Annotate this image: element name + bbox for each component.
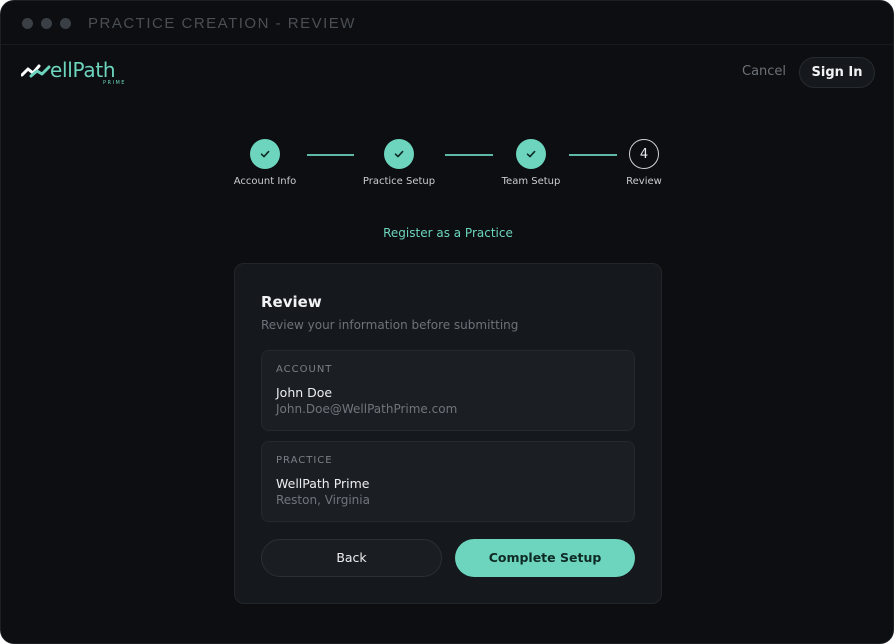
- review-card: Review Review your information before su…: [234, 263, 662, 604]
- practice-summary: PRACTICE WellPath Prime Reston, Virginia: [261, 441, 635, 522]
- step-label-team-setup: Team Setup: [501, 176, 561, 187]
- back-button[interactable]: Back: [261, 539, 442, 577]
- register-practice-link[interactable]: Register as a Practice: [1, 226, 893, 240]
- practice-location: Reston, Virginia: [276, 493, 370, 507]
- step-label-review: Review: [626, 176, 662, 187]
- wellpath-logo[interactable]: ellPath PRIME: [21, 58, 131, 88]
- sign-in-button[interactable]: Sign In: [799, 57, 875, 88]
- app-window: PRACTICE CREATION - REVIEW ellPath PRIME…: [0, 0, 894, 644]
- step-4-circle: 4: [629, 139, 659, 169]
- step-connector: [569, 154, 617, 156]
- step-2-circle: [384, 139, 414, 169]
- step-3-circle: [516, 139, 546, 169]
- cancel-button[interactable]: Cancel: [742, 64, 786, 79]
- step-label-account-info: Account Info: [233, 176, 297, 187]
- window-close-dot[interactable]: [22, 18, 33, 29]
- step-label-practice-setup: Practice Setup: [362, 176, 436, 187]
- account-name: John Doe: [276, 385, 333, 400]
- step-connector: [445, 154, 493, 156]
- step-connector: [307, 154, 354, 156]
- practice-name: WellPath Prime: [276, 476, 370, 491]
- check-icon: [260, 150, 270, 158]
- window-minimize-dot[interactable]: [41, 18, 52, 29]
- logo-wordmark: ellPath: [50, 58, 116, 82]
- step-1-circle: [250, 139, 280, 169]
- title-bar: PRACTICE CREATION - REVIEW: [1, 1, 893, 45]
- card-title: Review: [261, 293, 322, 311]
- check-icon: [394, 150, 404, 158]
- complete-setup-button[interactable]: Complete Setup: [455, 539, 635, 577]
- logo-subtitle: PRIME: [103, 80, 126, 86]
- account-summary: ACCOUNT John Doe John.Doe@WellPathPrime.…: [261, 350, 635, 431]
- card-subtitle: Review your information before submittin…: [261, 318, 519, 332]
- account-email: John.Doe@WellPathPrime.com: [276, 402, 458, 416]
- practice-section-label: PRACTICE: [276, 455, 333, 466]
- account-section-label: ACCOUNT: [276, 364, 333, 375]
- window-title: PRACTICE CREATION - REVIEW: [88, 15, 356, 32]
- check-icon: [526, 150, 536, 158]
- window-maximize-dot[interactable]: [60, 18, 71, 29]
